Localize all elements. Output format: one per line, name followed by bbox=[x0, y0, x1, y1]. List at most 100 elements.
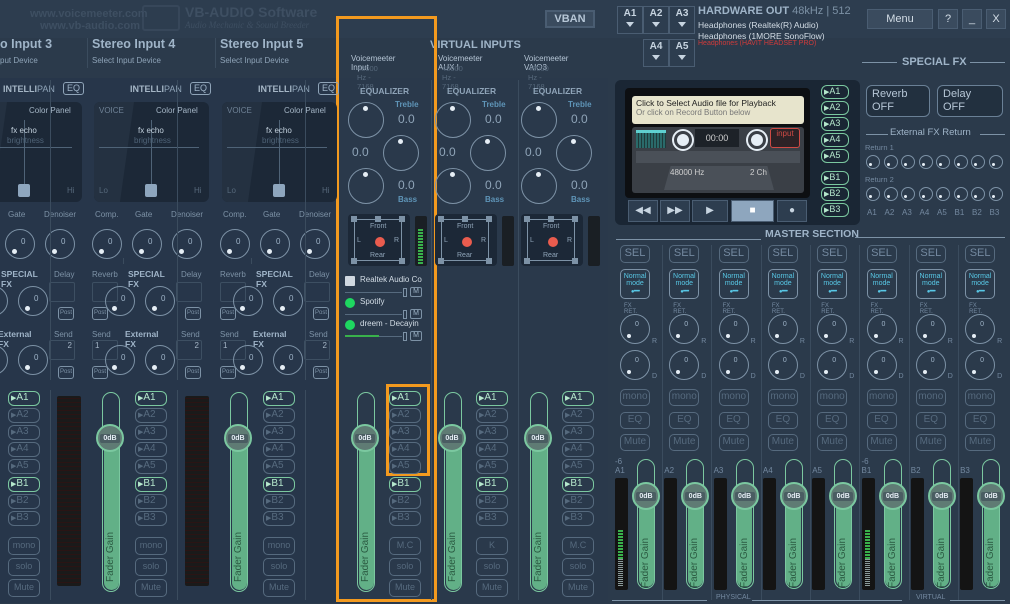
bus-button-a3[interactable]: ▶A3 bbox=[389, 425, 421, 440]
post-button-delay[interactable]: Post bbox=[313, 307, 329, 320]
bus-button-a2[interactable]: ▶A2 bbox=[135, 408, 167, 423]
mute-button[interactable]: Mute bbox=[263, 579, 295, 597]
delay-knob[interactable]: 0 bbox=[273, 286, 303, 316]
eq-mid-knob[interactable] bbox=[470, 135, 506, 171]
eq-button[interactable]: EQ bbox=[915, 412, 946, 429]
mute-button[interactable]: Mute bbox=[476, 579, 508, 597]
bus-button-a4[interactable]: ▶A4 bbox=[476, 442, 508, 457]
sel-button[interactable]: SEL bbox=[965, 245, 996, 263]
gate-knob[interactable]: 0 bbox=[132, 229, 162, 259]
progress-bar[interactable] bbox=[636, 151, 800, 163]
delay-knob[interactable]: 0 bbox=[18, 286, 48, 316]
bus-button-b3[interactable]: ▶B3 bbox=[8, 511, 40, 526]
return2-knob-a2[interactable] bbox=[883, 187, 898, 201]
app-volume-handle[interactable] bbox=[403, 310, 407, 319]
color-panel-handle[interactable] bbox=[145, 184, 157, 197]
post-button-send2[interactable]: Post bbox=[313, 366, 329, 379]
bus-button-a2[interactable]: ▶A2 bbox=[476, 408, 508, 423]
bus-button-a5[interactable]: ▶A5 bbox=[263, 459, 295, 474]
post-button-send2[interactable]: Post bbox=[58, 366, 74, 379]
recorder-bus-a3[interactable]: ▶A3 bbox=[821, 117, 849, 131]
eq-treble-knob[interactable] bbox=[348, 102, 384, 138]
app-volume-handle[interactable] bbox=[403, 288, 407, 297]
fader-gain-knob[interactable]: 0dB bbox=[829, 482, 858, 510]
solo-button[interactable]: solo bbox=[8, 558, 40, 576]
close-button[interactable]: X bbox=[986, 9, 1006, 29]
return1-knob-a1[interactable] bbox=[866, 155, 880, 169]
bus-button-a5[interactable]: ▶A5 bbox=[135, 459, 167, 474]
bus-button-a1[interactable]: ▶A1 bbox=[389, 391, 421, 406]
bus-button-b2[interactable]: ▶B2 bbox=[562, 494, 594, 509]
solo-button[interactable]: solo bbox=[263, 558, 295, 576]
return2-knob-b2[interactable] bbox=[971, 187, 985, 201]
strip-title-input5[interactable]: Stereo Input 5 bbox=[220, 37, 303, 51]
fader-gain-knob[interactable]: 0dB bbox=[224, 424, 252, 452]
mono-button[interactable]: mono bbox=[263, 537, 295, 555]
eq-button[interactable]: EQ bbox=[866, 412, 897, 429]
app-mute-button[interactable]: M bbox=[410, 331, 422, 341]
eq-button[interactable]: EQ bbox=[767, 412, 798, 429]
bus-button-b2[interactable]: ▶B2 bbox=[389, 494, 421, 509]
app-volume-slider[interactable] bbox=[345, 292, 402, 293]
return2-knob-b3[interactable] bbox=[988, 187, 1003, 201]
pan-corner-handle[interactable] bbox=[375, 216, 381, 222]
sel-button[interactable]: SEL bbox=[866, 245, 897, 263]
bus-button-a3[interactable]: ▶A3 bbox=[263, 425, 295, 440]
fast-forward-button[interactable]: ▶▶ bbox=[660, 200, 690, 222]
send1-knob[interactable]: 0 bbox=[105, 345, 135, 375]
mute-button[interactable]: Mute bbox=[718, 434, 749, 451]
bus-button-a5[interactable]: ▶A5 bbox=[562, 459, 594, 474]
bus-button-a1[interactable]: ▶A1 bbox=[562, 391, 594, 406]
fader-gain-knob[interactable]: 0dB bbox=[927, 482, 956, 510]
send2-knob[interactable]: 0 bbox=[273, 345, 303, 375]
pan-control[interactable]: Front Rear L R bbox=[521, 214, 583, 266]
sel-button[interactable]: SEL bbox=[817, 245, 848, 263]
mono-button[interactable]: mono bbox=[8, 537, 40, 555]
normal-mode-button[interactable]: Normal mode ●••••• bbox=[817, 269, 848, 299]
reverb-button[interactable]: Reverb OFF bbox=[866, 85, 930, 117]
bus-button-a1[interactable]: ▶A1 bbox=[8, 391, 40, 406]
pan-corner-handle[interactable] bbox=[524, 216, 530, 222]
mute-button[interactable]: Mute bbox=[965, 434, 996, 451]
bus-button-b2[interactable]: ▶B2 bbox=[8, 494, 40, 509]
return1-knob-b2[interactable] bbox=[971, 155, 985, 169]
intellipan-label[interactable]: INTELLIPAN bbox=[258, 84, 310, 94]
return1-knob-a3[interactable] bbox=[901, 155, 915, 169]
bus-button-a3[interactable]: ▶A3 bbox=[8, 425, 40, 440]
bus-button-a4[interactable]: ▶A4 bbox=[135, 442, 167, 457]
eq-button[interactable]: EQ bbox=[620, 412, 650, 429]
strip-title-input4[interactable]: Stereo Input 4 bbox=[92, 37, 175, 51]
post-button-reverb[interactable]: Post bbox=[92, 307, 108, 320]
hw-out-a5-button[interactable]: A5 bbox=[669, 39, 695, 67]
eq-treble-knob[interactable] bbox=[435, 102, 471, 138]
bus-button-b2[interactable]: ▶B2 bbox=[263, 494, 295, 509]
output-device-1[interactable]: Headphones (Realtek(R) Audio) bbox=[698, 20, 818, 30]
app-volume-handle[interactable] bbox=[403, 332, 407, 341]
mute-button[interactable]: Mute bbox=[8, 579, 40, 597]
pan-corner-handle[interactable] bbox=[524, 258, 530, 264]
bus-button-a4[interactable]: ▶A4 bbox=[8, 442, 40, 457]
bus-button-b3[interactable]: ▶B3 bbox=[389, 511, 421, 526]
mute-button[interactable]: Mute bbox=[389, 579, 421, 597]
sel-button[interactable]: SEL bbox=[669, 245, 700, 263]
mc-button[interactable]: K bbox=[476, 537, 508, 555]
bus-button-b1[interactable]: ▶B1 bbox=[263, 477, 295, 492]
bus-button-a2[interactable]: ▶A2 bbox=[263, 408, 295, 423]
post-button-reverb[interactable]: Post bbox=[220, 307, 236, 320]
input-button[interactable]: input bbox=[770, 128, 800, 148]
fx-return-delay-knob[interactable]: 0 bbox=[767, 350, 798, 380]
mono-button[interactable]: mono bbox=[620, 389, 650, 406]
post-button-delay[interactable]: Post bbox=[185, 307, 201, 320]
fx-return-reverb-knob[interactable]: 0 bbox=[718, 314, 749, 344]
return2-knob-a5[interactable] bbox=[936, 187, 950, 201]
mute-button[interactable]: Mute bbox=[135, 579, 167, 597]
minimize-button[interactable]: _ bbox=[962, 9, 982, 29]
mono-button[interactable]: mono bbox=[965, 389, 996, 406]
sel-button[interactable]: SEL bbox=[620, 245, 650, 263]
color-panel[interactable]: VOICEColor Panelfx echobrightnessLoHi bbox=[222, 102, 337, 202]
mute-button[interactable]: Mute bbox=[915, 434, 946, 451]
recorder-bus-a5[interactable]: ▶A5 bbox=[821, 149, 849, 163]
return2-knob-a1[interactable] bbox=[866, 187, 880, 201]
pan-position-dot[interactable] bbox=[375, 237, 385, 247]
fx-return-reverb-knob[interactable]: 0 bbox=[767, 314, 798, 344]
